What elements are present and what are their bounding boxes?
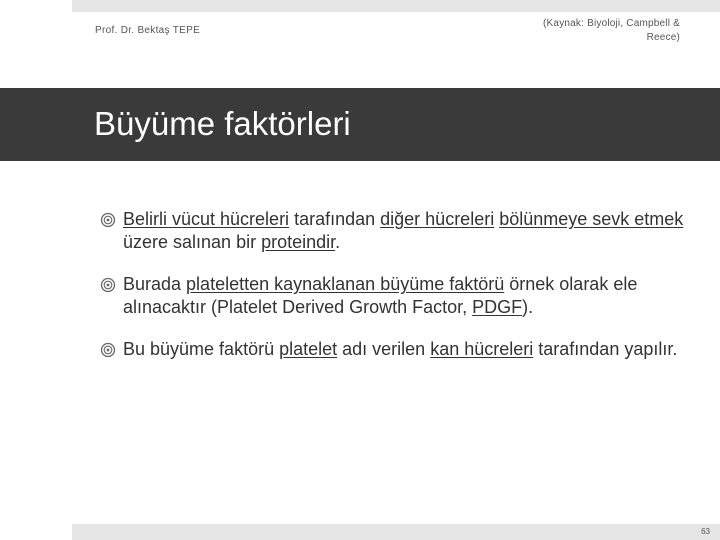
bullet-text-segment: Bu büyüme faktörü	[123, 339, 280, 359]
bullet-item: Burada plateletten kaynaklanan büyüme fa…	[100, 273, 700, 319]
bullet-text-segment: plateletten kaynaklanan büyüme faktörü	[186, 274, 505, 294]
source-citation-line: (Kaynak: Biyoloji, Campbell &	[543, 18, 680, 29]
bullet-list: Belirli vücut hücreleri tarafından diğer…	[100, 208, 700, 380]
bullet-text-segment: diğer hücreleri	[380, 209, 495, 229]
bullet-text-segment: kan hücreleri	[430, 339, 534, 359]
page-number: 63	[701, 527, 710, 536]
bullet-text-segment: adı verilen	[337, 339, 431, 359]
source-citation-line: Reece)	[646, 32, 680, 43]
source-citation: (Kaynak: Biyoloji, Campbell & Reece)	[520, 17, 680, 45]
bullet-text: Burada plateletten kaynaklanan büyüme fa…	[123, 274, 637, 317]
target-bullet-icon	[100, 342, 116, 358]
bullet-text-segment: PDGF	[472, 297, 523, 317]
target-bullet-icon	[100, 212, 116, 228]
bullet-item: Belirli vücut hücreleri tarafından diğer…	[100, 208, 700, 254]
bullet-text: Bu büyüme faktörü platelet adı verilen k…	[123, 339, 677, 359]
bullet-text-segment: tarafından	[289, 209, 381, 229]
bullet-text-segment: ).	[522, 297, 534, 317]
top-decor-strip	[72, 0, 720, 12]
bullet-text-segment: bölünmeye sevk etmek	[499, 209, 684, 229]
bullet-text-segment: proteindir	[261, 232, 336, 252]
bullet-text-segment: üzere salınan bir	[123, 232, 262, 252]
bullet-text-segment: .	[335, 232, 341, 252]
bullet-text: Belirli vücut hücreleri tarafından diğer…	[123, 209, 683, 252]
bullet-text-segment: tarafından yapılır.	[533, 339, 678, 359]
bullet-text-segment: platelet	[279, 339, 338, 359]
bottom-decor-strip	[72, 524, 720, 540]
bullet-text-segment: Burada	[123, 274, 187, 294]
bullet-item: Bu büyüme faktörü platelet adı verilen k…	[100, 338, 700, 361]
bullet-text-segment: Belirli vücut hücreleri	[123, 209, 290, 229]
author-label: Prof. Dr. Bektaş TEPE	[95, 25, 201, 36]
slide-title: Büyüme faktörleri	[94, 105, 351, 142]
target-bullet-icon	[100, 277, 116, 293]
